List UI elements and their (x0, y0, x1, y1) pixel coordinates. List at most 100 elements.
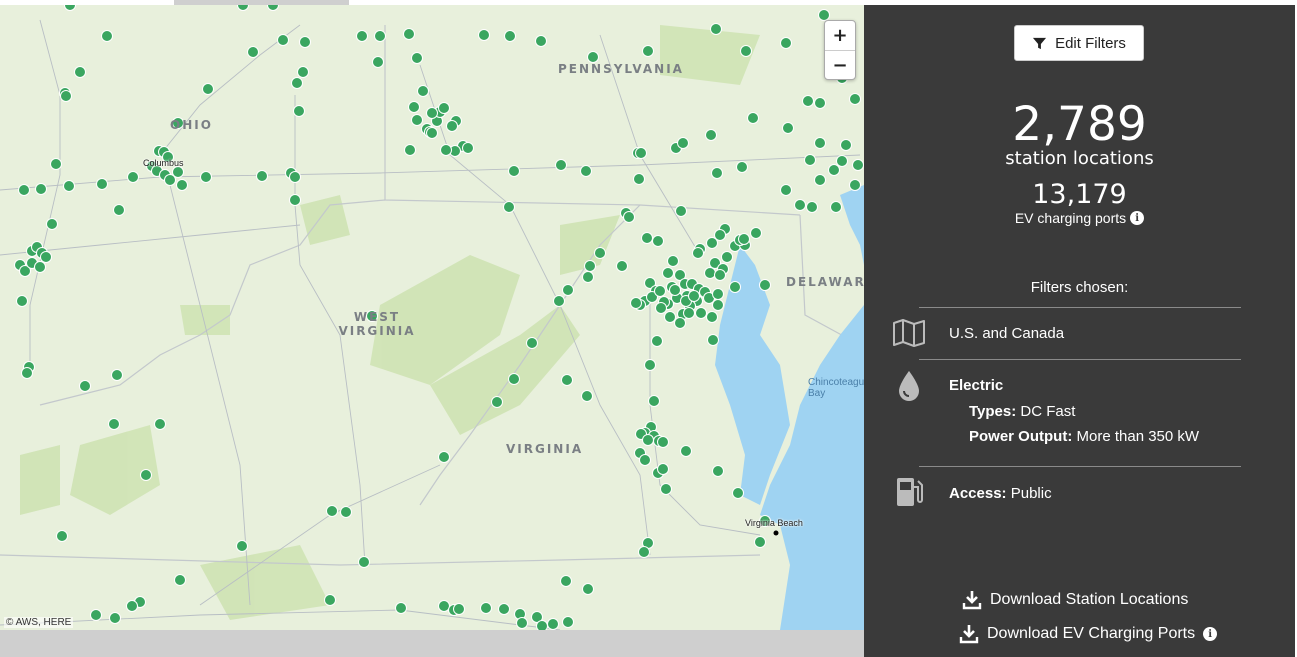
station-marker[interactable] (780, 184, 792, 196)
station-marker[interactable] (852, 159, 864, 171)
station-marker[interactable] (623, 211, 635, 223)
station-marker[interactable] (740, 45, 752, 57)
station-marker[interactable] (582, 271, 594, 283)
station-marker[interactable] (555, 159, 567, 171)
station-marker[interactable] (478, 29, 490, 41)
station-marker[interactable] (712, 288, 724, 300)
station-marker[interactable] (498, 603, 510, 615)
station-marker[interactable] (504, 30, 516, 42)
station-marker[interactable] (806, 201, 818, 213)
station-marker[interactable] (326, 505, 338, 517)
station-marker[interactable] (562, 284, 574, 296)
station-marker[interactable] (582, 583, 594, 595)
station-marker[interactable] (562, 616, 574, 628)
station-marker[interactable] (395, 602, 407, 614)
station-marker[interactable] (594, 247, 606, 259)
station-marker[interactable] (491, 396, 503, 408)
station-marker[interactable] (536, 620, 548, 631)
station-marker[interactable] (63, 180, 75, 192)
station-marker[interactable] (16, 295, 28, 307)
station-marker[interactable] (706, 311, 718, 323)
station-marker[interactable] (18, 184, 30, 196)
station-marker[interactable] (759, 279, 771, 291)
station-marker[interactable] (695, 307, 707, 319)
station-marker[interactable] (736, 161, 748, 173)
station-marker[interactable] (267, 5, 279, 11)
station-marker[interactable] (356, 30, 368, 42)
info-icon[interactable]: i (1203, 627, 1218, 641)
station-marker[interactable] (804, 154, 816, 166)
station-marker[interactable] (669, 284, 681, 296)
station-marker[interactable] (508, 373, 520, 385)
station-marker[interactable] (732, 487, 744, 499)
station-marker[interactable] (50, 158, 62, 170)
station-marker[interactable] (814, 174, 826, 186)
station-marker[interactable] (657, 436, 669, 448)
station-marker[interactable] (714, 269, 726, 281)
station-marker[interactable] (438, 451, 450, 463)
station-marker[interactable] (633, 173, 645, 185)
station-marker[interactable] (849, 179, 861, 191)
station-marker[interactable] (710, 23, 722, 35)
station-marker[interactable] (202, 83, 214, 95)
station-marker[interactable] (849, 93, 861, 105)
edit-filters-button[interactable]: Edit Filters (1014, 25, 1144, 61)
station-marker[interactable] (108, 418, 120, 430)
station-marker[interactable] (237, 5, 249, 11)
station-marker[interactable] (641, 232, 653, 244)
station-marker[interactable] (277, 34, 289, 46)
zoom-out-button[interactable]: − (825, 50, 855, 79)
station-marker[interactable] (453, 603, 465, 615)
station-marker[interactable] (616, 260, 628, 272)
station-marker[interactable] (503, 201, 515, 213)
station-marker[interactable] (580, 165, 592, 177)
station-marker[interactable] (635, 147, 647, 159)
station-marker[interactable] (299, 36, 311, 48)
station-marker[interactable] (176, 179, 188, 191)
station-marker[interactable] (111, 369, 123, 381)
station-marker[interactable] (34, 261, 46, 273)
station-marker[interactable] (440, 144, 452, 156)
station-marker[interactable] (417, 85, 429, 97)
station-marker[interactable] (289, 171, 301, 183)
station-marker[interactable] (814, 137, 826, 149)
station-marker[interactable] (754, 536, 766, 548)
station-marker[interactable] (747, 112, 759, 124)
station-marker[interactable] (293, 105, 305, 117)
station-marker[interactable] (35, 183, 47, 195)
station-marker[interactable] (438, 600, 450, 612)
station-marker[interactable] (480, 602, 492, 614)
station-marker[interactable] (704, 267, 716, 279)
station-marker[interactable] (675, 205, 687, 217)
station-marker[interactable] (836, 155, 848, 167)
station-marker[interactable] (802, 95, 814, 107)
download-station-locations-link[interactable]: Download Station Locations (962, 590, 1188, 610)
station-marker[interactable] (411, 114, 423, 126)
station-marker[interactable] (547, 618, 559, 630)
station-marker[interactable] (639, 454, 651, 466)
station-marker[interactable] (712, 465, 724, 477)
station-marker[interactable] (560, 575, 572, 587)
station-marker[interactable] (154, 418, 166, 430)
station-marker[interactable] (642, 45, 654, 57)
station-marker[interactable] (692, 247, 704, 259)
station-marker[interactable] (642, 434, 654, 446)
station-marker[interactable] (289, 194, 301, 206)
station-marker[interactable] (677, 137, 689, 149)
station-marker[interactable] (638, 546, 650, 558)
station-marker[interactable] (780, 37, 792, 49)
station-marker[interactable] (662, 267, 674, 279)
station-marker[interactable] (404, 144, 416, 156)
station-marker[interactable] (340, 506, 352, 518)
station-marker[interactable] (113, 204, 125, 216)
station-marker[interactable] (426, 107, 438, 119)
station-marker[interactable] (516, 617, 528, 629)
station-marker[interactable] (721, 251, 733, 263)
station-marker[interactable] (101, 30, 113, 42)
station-marker[interactable] (652, 235, 664, 247)
station-marker[interactable] (56, 530, 68, 542)
station-marker[interactable] (426, 127, 438, 139)
station-marker[interactable] (247, 46, 259, 58)
station-marker[interactable] (236, 540, 248, 552)
station-marker[interactable] (712, 299, 724, 311)
